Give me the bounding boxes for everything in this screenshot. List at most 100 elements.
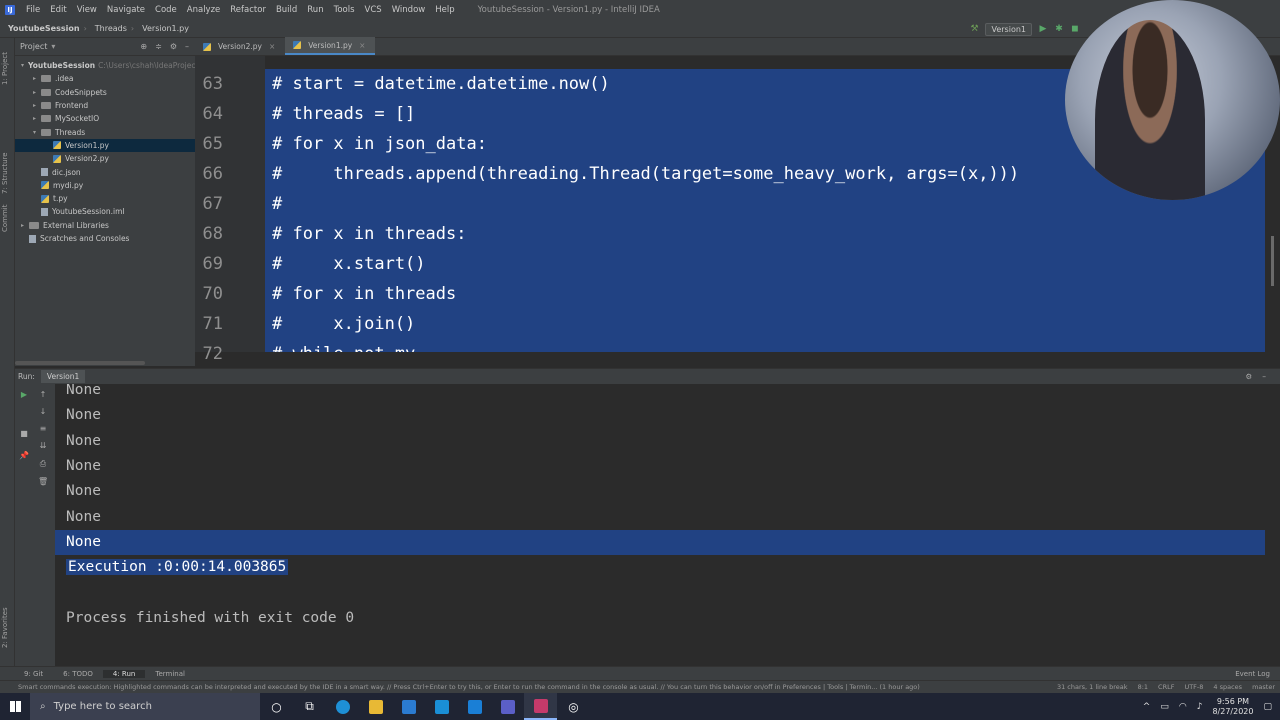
close-icon[interactable]: × bbox=[269, 42, 275, 51]
hide-icon[interactable]: – bbox=[1262, 372, 1266, 381]
menu-edit[interactable]: Edit bbox=[45, 5, 71, 15]
menu-vcs[interactable]: VCS bbox=[360, 5, 387, 15]
event-log-button[interactable]: Event Log bbox=[1225, 670, 1280, 678]
menu-build[interactable]: Build bbox=[271, 5, 302, 15]
chrome-icon[interactable]: ◎ bbox=[557, 693, 590, 720]
breadcrumb-project[interactable]: YoutubeSession bbox=[0, 24, 84, 33]
menu-analyze[interactable]: Analyze bbox=[182, 5, 226, 15]
gear-icon[interactable]: ⚙ bbox=[1246, 372, 1253, 381]
mail-icon[interactable] bbox=[425, 693, 458, 720]
code-line[interactable]: # for x in threads bbox=[265, 279, 1265, 309]
soft-wrap-icon[interactable]: ≡ bbox=[38, 424, 48, 434]
task-view-icon[interactable]: ⧉ bbox=[293, 693, 326, 720]
commit-tool-tab[interactable]: Commit bbox=[1, 203, 14, 233]
code-line[interactable]: # for x in threads: bbox=[265, 219, 1265, 249]
expand-arrow-icon[interactable]: ▸ bbox=[33, 115, 41, 122]
structure-tool-tab[interactable]: 7: Structure bbox=[1, 148, 14, 198]
lync-icon[interactable] bbox=[458, 693, 491, 720]
menu-window[interactable]: Window bbox=[387, 5, 431, 15]
terminal-tool-button[interactable]: Terminal bbox=[145, 670, 195, 678]
menu-view[interactable]: View bbox=[72, 5, 102, 15]
git-tool-button[interactable]: 9: Git bbox=[0, 670, 53, 678]
file-encoding[interactable]: UTF-8 bbox=[1179, 683, 1208, 691]
expand-arrow-icon[interactable]: ▾ bbox=[33, 129, 41, 136]
expand-arrow-icon[interactable]: ▾ bbox=[21, 62, 24, 69]
tab-version1[interactable]: Version1.py × bbox=[285, 37, 376, 55]
down-arrow-icon[interactable]: ↓ bbox=[38, 407, 48, 417]
tree-row-label: YoutubeSession bbox=[28, 61, 96, 71]
expand-arrow-icon[interactable]: ▸ bbox=[21, 222, 29, 229]
menu-run[interactable]: Run bbox=[302, 5, 328, 15]
console-vertical-scrollbar[interactable] bbox=[1265, 384, 1280, 666]
teams-icon[interactable] bbox=[491, 693, 524, 720]
menu-code[interactable]: Code bbox=[150, 5, 182, 15]
project-tool-tab[interactable]: 1: Project bbox=[1, 44, 14, 94]
expand-arrow-icon[interactable]: ▸ bbox=[33, 89, 41, 96]
tab-version2[interactable]: Version2.py × bbox=[195, 42, 285, 55]
menu-refactor[interactable]: Refactor bbox=[225, 5, 271, 15]
edge-browser-icon[interactable] bbox=[326, 693, 359, 720]
hammer-icon[interactable]: ⚒ bbox=[969, 24, 979, 34]
run-tool-button[interactable]: 4: Run bbox=[102, 669, 146, 678]
up-arrow-icon[interactable]: ↑ bbox=[38, 390, 48, 400]
console-line: None bbox=[55, 529, 1265, 555]
chevron-down-icon[interactable]: ▾ bbox=[51, 42, 55, 51]
line-separator[interactable]: CRLF bbox=[1153, 683, 1179, 691]
menu-tools[interactable]: Tools bbox=[329, 5, 360, 15]
caret-position[interactable]: 8:1 bbox=[1133, 683, 1153, 691]
python-file-icon bbox=[293, 41, 302, 49]
hide-icon[interactable]: – bbox=[185, 42, 189, 51]
favorites-tool-tab[interactable]: 2: Favorites bbox=[1, 603, 14, 653]
menu-help[interactable]: Help bbox=[430, 5, 459, 15]
expand-arrow-icon[interactable]: ▸ bbox=[33, 102, 41, 109]
debug-icon[interactable]: ✱ bbox=[1054, 24, 1064, 34]
gear-icon[interactable]: ⚙ bbox=[170, 42, 177, 51]
store-icon[interactable] bbox=[392, 693, 425, 720]
collapse-icon[interactable]: ≑ bbox=[155, 42, 162, 51]
windows-start-icon[interactable] bbox=[0, 693, 30, 720]
project-horizontal-scrollbar[interactable] bbox=[15, 361, 145, 365]
run-tab-version1[interactable]: Version1 bbox=[40, 370, 86, 383]
notifications-icon[interactable]: ▢ bbox=[1263, 702, 1272, 712]
line-number: 64 bbox=[202, 104, 223, 124]
run-icon[interactable]: ▶ bbox=[1038, 24, 1048, 34]
rerun-icon[interactable]: ▶ bbox=[19, 390, 29, 400]
chevron-up-icon[interactable]: ^ bbox=[1143, 702, 1151, 712]
line-number: 70 bbox=[202, 284, 223, 304]
code-line[interactable]: # while not my bbox=[265, 339, 1265, 352]
menu-file[interactable]: File bbox=[21, 5, 45, 15]
cortana-icon[interactable]: ○ bbox=[260, 693, 293, 720]
intellij-taskbar-icon[interactable] bbox=[524, 693, 557, 720]
volume-icon[interactable]: ♪ bbox=[1197, 702, 1203, 712]
git-branch[interactable]: master bbox=[1247, 683, 1280, 691]
code-line[interactable]: # x.start() bbox=[265, 249, 1265, 279]
wifi-icon[interactable]: ◠ bbox=[1179, 702, 1187, 712]
project-view-selector[interactable]: Project bbox=[20, 42, 47, 51]
run-console-output[interactable]: None None None None None None None Execution :0… bbox=[55, 384, 1265, 666]
taskbar-search-box[interactable]: ⌕ Type here to search bbox=[30, 693, 260, 720]
run-label: Run: bbox=[18, 372, 35, 381]
status-message[interactable]: Smart commands execution: Highlighted co… bbox=[0, 683, 1052, 691]
menu-navigate[interactable]: Navigate bbox=[102, 5, 150, 15]
stop-icon[interactable]: ■ bbox=[19, 429, 29, 439]
todo-tool-button[interactable]: 6: TODO bbox=[53, 670, 103, 678]
indent-setting[interactable]: 4 spaces bbox=[1208, 683, 1247, 691]
coverage-icon[interactable]: ◼ bbox=[1070, 24, 1080, 34]
pin-icon[interactable]: 📌 bbox=[19, 451, 29, 461]
breadcrumb-file[interactable]: Version1.py bbox=[134, 24, 193, 33]
locate-icon[interactable]: ⊕ bbox=[140, 42, 147, 51]
system-clock[interactable]: 9:56 PM 8/27/2020 bbox=[1212, 697, 1253, 717]
code-line[interactable]: # x.join() bbox=[265, 309, 1265, 339]
trash-icon[interactable]: 🗑 bbox=[38, 477, 48, 487]
breadcrumb-folder[interactable]: Threads bbox=[87, 24, 131, 33]
clock-time: 9:56 PM bbox=[1216, 696, 1250, 706]
console-line: None bbox=[55, 479, 1265, 504]
run-config-select[interactable]: Version1 bbox=[985, 22, 1032, 36]
expand-arrow-icon[interactable]: ▸ bbox=[33, 75, 41, 82]
scroll-thumb[interactable] bbox=[1271, 236, 1274, 286]
battery-icon[interactable]: ▭ bbox=[1160, 702, 1169, 712]
print-icon[interactable]: ⎙ bbox=[38, 459, 48, 469]
scroll-to-end-icon[interactable]: ⇊ bbox=[38, 441, 48, 451]
close-icon[interactable]: × bbox=[359, 41, 365, 50]
file-explorer-icon[interactable] bbox=[359, 693, 392, 720]
